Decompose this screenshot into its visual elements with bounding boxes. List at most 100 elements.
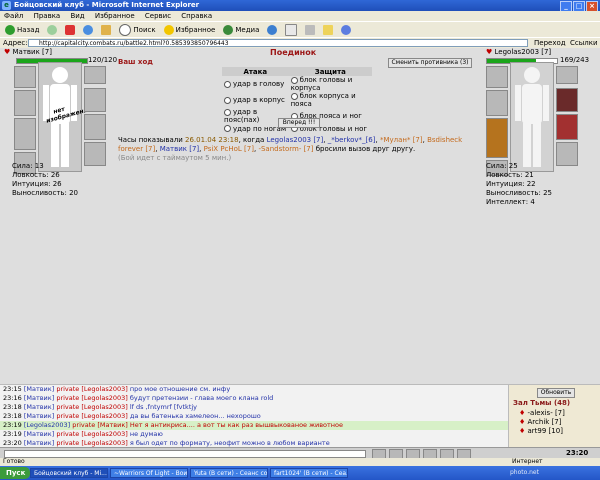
right-gloves-slot[interactable] [556,88,578,112]
right-player-name[interactable]: Legolas2003 [7] [495,48,552,56]
right-character-doll [510,62,554,172]
right-weapon-slot[interactable] [486,90,508,116]
refresh-button[interactable] [81,23,95,36]
right-earring-slot[interactable] [556,66,578,84]
log-name[interactable]: -Sandstorm- [7] [258,145,313,153]
log-name[interactable]: [7] [413,136,423,144]
log-name[interactable]: Legolas2003 [7] [267,136,324,144]
stat-intuition: Интуиция: 26 [12,180,62,188]
ie-icon: e [2,1,11,10]
print-button[interactable] [303,23,317,36]
defense-header: Защита [288,67,372,76]
menu-favorites[interactable]: Избранное [95,12,135,20]
watermark: photo.net [510,469,539,476]
edit-button[interactable] [321,23,335,36]
address-input[interactable]: http://capitalcity.combats.ru/battle2.ht… [28,39,528,47]
chat-input[interactable] [4,450,366,458]
forward-button[interactable]: Вперед !!! [278,118,320,128]
favorites-button[interactable]: Избранное [162,23,218,36]
stat-intellect: Интеллект: 4 [486,198,535,206]
chat-panel: 23:15 [Матвик] private [Legolas2003] про… [0,384,508,448]
messenger-button[interactable] [339,23,353,36]
online-user[interactable]: ♦ art99 [10] [519,427,565,436]
task-yuta[interactable]: Yuta (В сети) - Сеанс со... [190,468,268,478]
left-player-name[interactable]: Матвик [7] [13,48,52,56]
chat-line: 23:15 [Матвик] private [Legolas2003] про… [3,385,231,393]
log-date: 26.01.04 23:18 [185,136,239,144]
menu-bar: Файл Правка Вид Избранное Сервис Справка [0,11,600,21]
media-icon [223,24,234,35]
log-name[interactable]: Матвик [7] [160,145,199,153]
right-armor-slot[interactable] [486,118,508,158]
task-ie[interactable]: Бойцовский клуб - Mi... [30,468,108,478]
attack-header: Атака [222,67,289,76]
task-warriors[interactable]: ~Warriors Of Light - Воин... [110,468,188,478]
status-zone: Интернет [512,458,543,465]
left-gloves-slot[interactable] [84,88,106,112]
right-shield-slot[interactable] [556,114,578,140]
task-fart[interactable]: fart1024' (В сети) - Сеа... [270,468,348,478]
menu-view[interactable]: Вид [70,12,84,20]
game-clock: 23:20 [566,449,589,457]
refresh-list-button[interactable]: Обновить [537,388,575,398]
stat-strength: Сила: 13 [12,162,44,170]
chat-line: 23:18 [Матвик] private [Legolas2003] да … [3,412,261,420]
online-panel: Обновить Зал Тьмы (48) ♦ -alexis- [7] ♦ … [508,384,600,448]
home-icon [101,24,112,35]
change-opponent-button[interactable]: Сменить противника (3) [388,58,472,68]
stop-button[interactable] [63,23,77,36]
history-icon [267,24,278,35]
log-name[interactable]: PsiX PcHoL [7] [204,145,254,153]
chat-line: 23:18 [Матвик] private [Legolas2003] lf … [3,403,198,411]
menu-file[interactable]: Файл [4,12,23,20]
left-weapon-slot[interactable] [14,90,36,116]
attack-body-option[interactable]: удар в корпус [222,92,289,108]
refresh-icon [83,24,94,35]
log-name[interactable]: *Мулан* [380,136,411,144]
right-stats: Сила: 25 Ловкость: 21 Интуиция: 22 Вынос… [486,162,586,207]
chat-line: 23:19 [Матвик] private [Legolas2003] не … [3,430,163,438]
attack-head-option[interactable]: удар в голову [222,76,289,92]
your-turn-label: Ваш ход [118,58,153,66]
mail-icon [285,23,298,36]
back-button[interactable]: Назад [3,23,41,36]
title-bar: e Бойцовский клуб - Microsoft Internet E… [0,0,600,12]
search-button[interactable]: Поиск [117,23,157,36]
mail-button[interactable] [283,23,299,36]
heart-icon: ♥ [486,48,493,56]
left-hp-text: 120/120 [88,56,118,64]
home-button[interactable] [99,23,113,36]
stat-strength: Сила: 25 [486,162,518,170]
log-name[interactable]: _*berkov*_[6] [328,136,376,144]
stat-agility: Ловкость: 26 [12,171,60,179]
battle-log: Часы показывали 26.01.04 23:18, когда Le… [118,136,478,163]
left-player-header: ♥ Матвик [7] [4,48,52,56]
chat-line-highlighted: 23:19 [Legolas2003] private [Матвик] Нет… [0,421,508,430]
chat-line: 23:16 [Матвик] private [Legolas2003] буд… [3,394,274,402]
window-title: Бойцовский клуб - Microsoft Internet Exp… [14,1,200,9]
defense-body-waist-option[interactable]: блок корпуса и пояса [289,92,372,108]
online-user-list: ♦ -alexis- [7] ♦ Archik [7] ♦ art99 [10] [519,409,565,436]
left-earring-slot[interactable] [84,66,106,84]
right-hp-text: 169/243 [560,56,590,64]
right-helmet-slot[interactable] [486,66,508,88]
left-shield-slot[interactable] [84,114,106,140]
left-character-doll: нет изображения [38,62,92,172]
menu-edit[interactable]: Правка [34,12,61,20]
history-button[interactable] [265,23,279,36]
menu-help[interactable]: Справка [181,12,212,20]
start-button[interactable]: Пуск [0,467,30,479]
stat-endurance: Выносливость: 20 [12,189,79,197]
forward-button[interactable] [45,23,59,36]
stop-icon [65,24,76,35]
defense-head-body-option[interactable]: блок головы и корпуса [289,76,372,92]
online-user[interactable]: ♦ -alexis- [7] [519,409,565,418]
status-text: Готово [3,458,25,465]
left-helmet-slot[interactable] [14,66,36,88]
menu-tools[interactable]: Сервис [145,12,171,20]
online-user[interactable]: ♦ Archik [7] [519,418,565,427]
right-player-header: ♥ Legolas2003 [7] [486,48,551,56]
media-button[interactable]: Медиа [221,23,261,36]
room-title: Зал Тьмы (48) [513,399,571,407]
left-armor-slot[interactable] [14,118,36,150]
